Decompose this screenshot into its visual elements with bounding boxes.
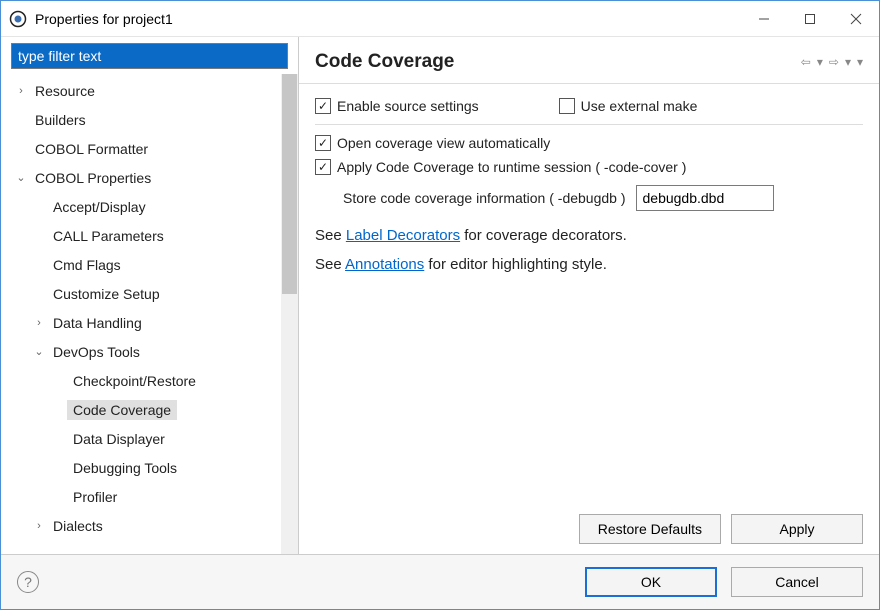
page-buttons: Restore Defaults Apply [299,504,879,554]
nav-back-menu-icon[interactable]: ▾ [817,55,823,69]
minimize-button[interactable] [741,1,787,36]
tree-item[interactable]: ⌄COBOL Properties [1,163,298,192]
apply-runtime-checkbox[interactable]: Apply Code Coverage to runtime session (… [315,159,686,175]
nav-arrows: ⇦ ▾ ⇨ ▾ ▾ [801,55,863,69]
tree-item-label: Profiler [67,487,123,507]
tree-item-label: Cmd Flags [47,255,127,275]
dialog-body: ›Resource›Builders›COBOL Formatter⌄COBOL… [1,37,879,554]
checkbox-label: Apply Code Coverage to runtime session (… [337,159,686,175]
tree-item-label: COBOL Properties [29,168,157,188]
tree-item[interactable]: ›Dialects [1,511,298,540]
tree-item[interactable]: ›Data Handling [1,308,298,337]
checkbox-icon [315,98,331,114]
tree-item[interactable]: ›Customize Setup [1,279,298,308]
bottom-bar: ? OK Cancel [1,554,879,609]
apply-button[interactable]: Apply [731,514,863,544]
tree-item-label: Code Coverage [67,400,177,420]
left-pane: ›Resource›Builders›COBOL Formatter⌄COBOL… [1,37,299,554]
nav-forward-icon[interactable]: ⇨ [829,55,839,69]
checkbox-icon [315,159,331,175]
checkbox-icon [315,135,331,151]
use-external-make-checkbox[interactable]: Use external make [559,98,698,114]
chevron-down-icon[interactable]: ⌄ [13,171,29,184]
tree-item[interactable]: ›Resource [1,76,298,105]
tree-item[interactable]: ›Builders [1,105,298,134]
tree-item-label: Builders [29,110,92,130]
checkbox-label: Open coverage view automatically [337,135,550,151]
tree-item-label: Data Handling [47,313,148,333]
nav-back-icon[interactable]: ⇦ [801,55,811,69]
tree-item[interactable]: ›Data Displayer [1,424,298,453]
tree-item[interactable]: ⌄DevOps Tools [1,337,298,366]
tree-item-label: Dialects [47,516,109,536]
tree-item-label: Resource [29,81,101,101]
page-header: Code Coverage ⇦ ▾ ⇨ ▾ ▾ [299,37,879,84]
see-label-decorators: See Label Decorators for coverage decora… [315,221,863,250]
enable-source-checkbox[interactable]: Enable source settings [315,98,479,114]
tree-item-label: Data Displayer [67,429,171,449]
window-buttons [741,1,879,36]
titlebar: Properties for project1 [1,1,879,37]
tree-item[interactable]: ›Checkpoint/Restore [1,366,298,395]
restore-defaults-button[interactable]: Restore Defaults [579,514,721,544]
open-coverage-view-checkbox[interactable]: Open coverage view automatically [315,135,550,151]
app-icon [9,10,27,28]
annotations-link[interactable]: Annotations [345,256,424,273]
tree-item-label: DevOps Tools [47,342,146,362]
tree-item[interactable]: ›Profiler [1,482,298,511]
tree-item-label: Accept/Display [47,197,152,217]
right-pane: Code Coverage ⇦ ▾ ⇨ ▾ ▾ Enable source se… [299,37,879,554]
property-tree[interactable]: ›Resource›Builders›COBOL Formatter⌄COBOL… [1,74,298,554]
scroll-thumb[interactable] [282,74,297,294]
tree-container: ›Resource›Builders›COBOL Formatter⌄COBOL… [1,74,298,554]
properties-dialog: Properties for project1 ›Resource›Builde… [0,0,880,610]
ok-button[interactable]: OK [585,567,717,597]
tree-item-label: Checkpoint/Restore [67,371,202,391]
tree-item-label: Customize Setup [47,284,166,304]
checkbox-label: Use external make [581,98,698,114]
chevron-right-icon[interactable]: › [31,520,47,532]
store-label: Store code coverage information ( -debug… [343,190,626,206]
page-title: Code Coverage [315,51,454,73]
tree-item[interactable]: ›Accept/Display [1,192,298,221]
tree-item[interactable]: ›CALL Parameters [1,221,298,250]
cancel-button[interactable]: Cancel [731,567,863,597]
tree-item-label: Debugging Tools [67,458,183,478]
page-content: Enable source settings Use external make… [299,84,879,504]
chevron-right-icon[interactable]: › [31,317,47,329]
nav-forward-menu-icon[interactable]: ▾ [845,55,851,69]
tree-item-label: CALL Parameters [47,226,170,246]
close-button[interactable] [833,1,879,36]
filter-input[interactable] [11,43,288,69]
chevron-right-icon[interactable]: › [13,85,29,97]
tree-item[interactable]: ›Cmd Flags [1,250,298,279]
tree-item[interactable]: ›Debugging Tools [1,453,298,482]
help-icon[interactable]: ? [17,571,39,593]
tree-item-label: COBOL Formatter [29,139,154,159]
tree-scrollbar[interactable] [281,74,298,554]
tree-item[interactable]: ›Code Coverage [1,395,298,424]
maximize-button[interactable] [787,1,833,36]
see-annotations: See Annotations for editor highlighting … [315,250,863,279]
chevron-down-icon[interactable]: ⌄ [31,345,47,358]
checkbox-icon [559,98,575,114]
tree-item[interactable]: ›COBOL Formatter [1,134,298,163]
debugdb-field[interactable] [636,185,774,211]
nav-menu-icon[interactable]: ▾ [857,55,863,69]
window-title: Properties for project1 [35,11,741,27]
label-decorators-link[interactable]: Label Decorators [346,227,460,244]
checkbox-label: Enable source settings [337,98,479,114]
